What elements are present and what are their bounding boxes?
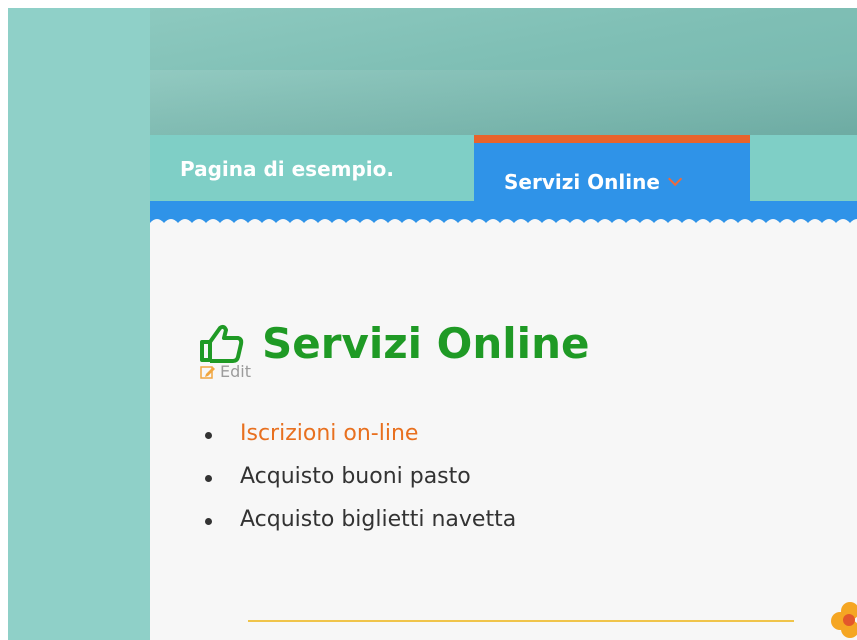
thumbs-up-outline-icon [200,324,244,363]
services-list: Iscrizioni on-line Acquisto buoni pasto … [194,421,516,550]
edit-pencil-icon [200,365,215,379]
edit-link-label: Edit [220,362,251,381]
section-divider [248,620,794,622]
list-item-label: Acquisto biglietti navetta [240,507,517,532]
edit-link[interactable]: Edit [200,362,251,381]
page-left-edge [0,0,8,640]
list-bullet [205,432,212,439]
page-title: Servizi Online [198,319,589,368]
list-bullet [205,475,212,482]
page-title-text: Servizi Online [262,319,590,369]
list-bullet [205,518,212,525]
page-top-edge [0,0,857,8]
nav-tab-label: Servizi Online [504,170,683,194]
wave-border [150,201,857,227]
content-area: Servizi Online Edit Iscrizioni on-line A… [150,225,857,640]
list-item-label: Iscrizioni on-line [240,421,419,446]
header-banner-band [150,70,857,135]
nav-item-example-page[interactable]: Pagina di esempio. [180,157,394,181]
list-item-label: Acquisto buoni pasto [240,464,471,489]
list-item-acquisto-buoni-pasto: Acquisto buoni pasto [194,464,516,507]
main-navigation: Pagina di esempio. Servizi Online [150,135,857,201]
flower-icon [831,602,857,638]
list-item-acquisto-biglietti-navetta: Acquisto biglietti navetta [194,507,516,550]
chevron-down-icon[interactable] [667,171,683,187]
nav-tab-servizi-online[interactable]: Servizi Online [474,135,750,201]
nav-tab-text: Servizi Online [504,170,660,194]
list-item-iscrizioni-online[interactable]: Iscrizioni on-line [194,421,516,464]
